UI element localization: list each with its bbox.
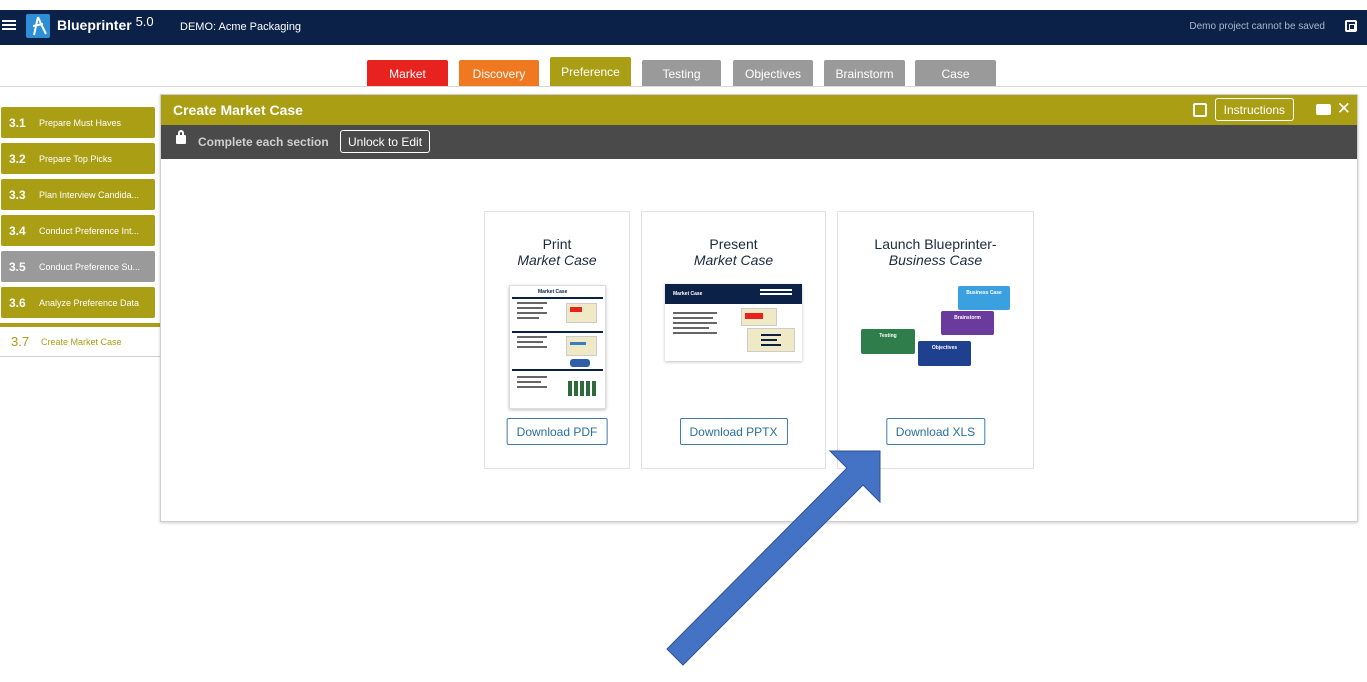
step-number: 3.1 bbox=[9, 115, 26, 130]
brainstorm-tile: Brainstorm bbox=[941, 311, 994, 335]
project-name: DEMO: Acme Packaging bbox=[180, 21, 302, 33]
card-title: Print bbox=[542, 236, 572, 252]
tab-divider bbox=[0, 86, 1367, 87]
sidebar-item-3-5[interactable]: 3.5 Conduct Preference Su... bbox=[1, 251, 155, 282]
download-pptx-button[interactable]: Download PPTX bbox=[679, 418, 788, 445]
sidebar-item-3-3[interactable]: 3.3 Plan Interview Candida... bbox=[1, 179, 155, 210]
save-icon[interactable] bbox=[1345, 20, 1357, 32]
step-label: Conduct Preference Int... bbox=[39, 225, 140, 236]
pptx-preview-image: Market Case bbox=[665, 284, 802, 361]
close-icon[interactable]: ✕ bbox=[1337, 99, 1351, 119]
tab-market[interactable]: Market bbox=[367, 60, 448, 87]
tab-objectives[interactable]: Objectives bbox=[733, 60, 813, 87]
step-number: 3.2 bbox=[9, 151, 26, 166]
business-case-preview-image: Business Case Brainstorm Testing Objecti… bbox=[838, 284, 1035, 374]
step-number: 3.6 bbox=[9, 295, 26, 310]
step-number: 3.5 bbox=[9, 259, 26, 274]
download-pdf-button[interactable]: Download PDF bbox=[506, 418, 608, 445]
thumb-title: Market Case bbox=[673, 291, 703, 297]
present-card: Present Market Case Market Case Download… bbox=[641, 211, 826, 469]
download-xls-button[interactable]: Download XLS bbox=[885, 418, 986, 445]
print-icon[interactable] bbox=[1316, 104, 1331, 115]
card-subtitle: Business Case bbox=[888, 252, 983, 268]
step-label: Plan Interview Candida... bbox=[39, 189, 140, 200]
card-subtitle: Market Case bbox=[693, 252, 774, 268]
lock-icon bbox=[176, 130, 186, 144]
tab-discovery[interactable]: Discovery bbox=[459, 60, 539, 87]
step-label: Prepare Must Haves bbox=[39, 117, 122, 128]
tab-preference[interactable]: Preference bbox=[550, 57, 631, 87]
panel-title: Create Market Case bbox=[173, 102, 303, 118]
unlock-to-edit-button[interactable]: Unlock to Edit bbox=[340, 130, 431, 153]
print-card: Print Market Case Market Case Download P… bbox=[484, 211, 630, 469]
step-label: Analyze Preference Data bbox=[39, 297, 140, 308]
thumb-title: Market Case bbox=[538, 289, 568, 295]
testing-tile: Testing bbox=[861, 329, 915, 354]
blueprinter-logo-icon bbox=[26, 14, 50, 38]
business-case-card: Launch Blueprinter- Business Case Busine… bbox=[837, 211, 1034, 469]
panel-header: Create Market Case Instructions ✕ bbox=[161, 95, 1357, 125]
step-number: 3.4 bbox=[9, 223, 26, 238]
objectives-tile: Objectives bbox=[918, 341, 971, 366]
tab-case[interactable]: Case bbox=[915, 60, 996, 87]
card-title: Present bbox=[709, 236, 758, 252]
lock-bar: Complete each section Unlock to Edit bbox=[161, 125, 1357, 159]
step-sidebar: 3.1 Prepare Must Haves 3.2 Prepare Top Pic… bbox=[0, 107, 160, 362]
instructions-button[interactable]: Instructions bbox=[1214, 98, 1294, 121]
expand-icon[interactable] bbox=[1193, 103, 1207, 117]
step-label: Conduct Preference Su... bbox=[39, 261, 141, 272]
save-notice: Demo project cannot be saved bbox=[1189, 21, 1325, 32]
step-label: Create Market Case bbox=[41, 336, 122, 347]
sidebar-item-3-1[interactable]: 3.1 Prepare Must Haves bbox=[1, 107, 155, 138]
sidebar-item-3-2[interactable]: 3.2 Prepare Top Picks bbox=[1, 143, 155, 174]
card-title: Launch Blueprinter- bbox=[874, 236, 997, 252]
sidebar-item-3-4[interactable]: 3.4 Conduct Preference Int... bbox=[1, 215, 155, 246]
tab-brainstorm[interactable]: Brainstorm bbox=[824, 60, 905, 87]
sidebar-item-3-6[interactable]: 3.6 Analyze Preference Data bbox=[1, 287, 155, 318]
phase-tabs: Market Discovery Preference Testing Obje… bbox=[0, 57, 1367, 87]
card-subtitle: Market Case bbox=[517, 252, 597, 268]
sidebar-item-3-7[interactable]: 3.7 Create Market Case bbox=[0, 323, 160, 357]
step-number: 3.3 bbox=[9, 187, 26, 202]
step-number: 3.7 bbox=[11, 334, 30, 349]
lock-message: Complete each section bbox=[198, 135, 329, 149]
step-label: Prepare Top Picks bbox=[39, 153, 112, 164]
pdf-preview-image: Market Case bbox=[509, 285, 606, 409]
top-bar: Blueprinter 5.0 DEMO: Acme Packaging Dem… bbox=[0, 10, 1367, 45]
business-case-tile: Business Case bbox=[958, 286, 1010, 310]
tab-testing[interactable]: Testing bbox=[642, 60, 721, 87]
app-title: Blueprinter 5.0 bbox=[57, 14, 154, 33]
hamburger-menu-icon[interactable] bbox=[2, 18, 16, 34]
annotation-arrow-icon bbox=[666, 450, 881, 666]
